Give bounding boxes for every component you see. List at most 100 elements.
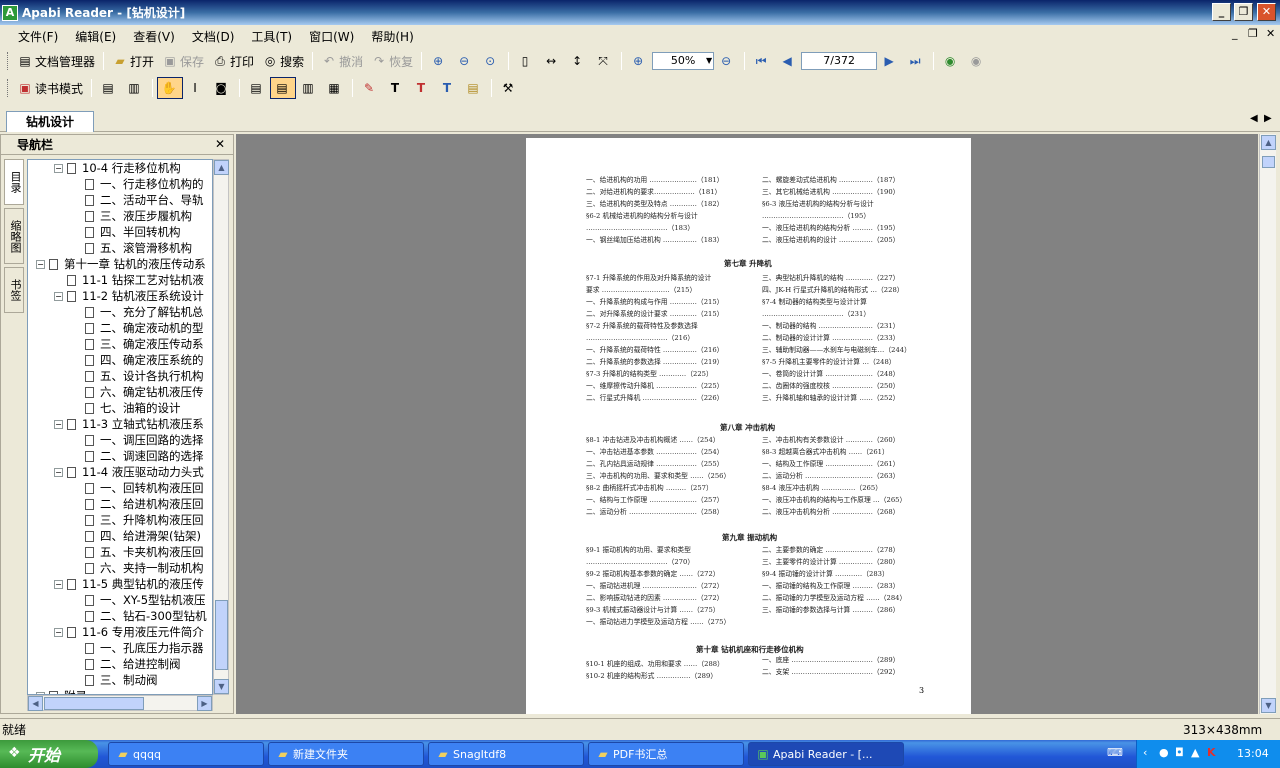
doc-manager-button[interactable]: ▤ 文档管理器 xyxy=(13,50,99,72)
menu-tools[interactable]: 工具(T) xyxy=(251,28,292,45)
zoom-minus-button[interactable]: ⊖ xyxy=(714,50,740,72)
menu-view[interactable]: 查看(V) xyxy=(133,28,175,45)
tree-vertical-scrollbar[interactable]: ▲ ▼ xyxy=(213,159,229,695)
tree-item[interactable]: 一、调压回路的选择 xyxy=(28,432,212,448)
note-button[interactable]: ▤ xyxy=(461,77,487,99)
search-button[interactable]: ◎ 搜索 xyxy=(258,50,308,72)
underline-button[interactable]: T xyxy=(435,77,461,99)
menu-edit[interactable]: 编辑(E) xyxy=(75,28,116,45)
fit-page-button[interactable]: ⤧ xyxy=(591,50,617,72)
tree-item[interactable]: − 11-4 液压驱动动力头式 xyxy=(28,464,212,480)
task-apabi-reader[interactable]: ▣ Apabi Reader - [... xyxy=(748,742,904,766)
expand-collapse-icon[interactable]: − xyxy=(54,579,63,589)
tree-item[interactable]: 三、液压步履机构 xyxy=(28,208,212,224)
last-page-button[interactable]: ⏭ xyxy=(903,50,929,72)
next-page-button[interactable]: ▶ xyxy=(877,50,903,72)
menu-help[interactable]: 帮助(H) xyxy=(371,28,413,45)
hand-tool-button[interactable]: ✋ xyxy=(157,77,184,99)
tree-item[interactable]: − 11-6 专用液压元件简介 xyxy=(28,624,212,640)
tree-item[interactable]: − 11-3 立轴式钻机液压系 xyxy=(28,416,212,432)
scroll-up-icon[interactable]: ▲ xyxy=(214,160,229,175)
tree-item[interactable]: 二、给进控制阀 xyxy=(28,656,212,672)
tree-item[interactable]: 五、卡夹机构液压回 xyxy=(28,544,212,560)
keyboard-icon[interactable]: ⌨ xyxy=(1107,746,1123,759)
print-button[interactable]: ⎙ 打印 xyxy=(208,50,258,72)
tree-item[interactable]: − 11-2 钻机液压系统设计 xyxy=(28,288,212,304)
tray-app-icon[interactable]: ● xyxy=(1159,746,1169,759)
tree-item[interactable]: − 10-4 行走移位机构 xyxy=(28,160,212,176)
zoom-plus-button[interactable]: ⊕ xyxy=(626,50,652,72)
tree-item[interactable]: − 11-5 典型钻机的液压传 xyxy=(28,576,212,592)
tree-item[interactable]: 11-1 钻探工艺对钻机液 xyxy=(28,272,212,288)
tree-item[interactable]: 二、活动平台、导轨 xyxy=(28,192,212,208)
snapshot-button[interactable]: ◙ xyxy=(209,77,235,99)
text-select-button[interactable]: Ⅰ xyxy=(183,77,209,99)
task-snagit[interactable]: ▰ SnagItdf8 xyxy=(428,742,584,766)
read-mode-button[interactable]: ▣ 读书模式 xyxy=(13,77,87,99)
tree-item[interactable]: 二、确定液动机的型 xyxy=(28,320,212,336)
fit-width-button[interactable]: ↔ xyxy=(539,50,565,72)
expand-collapse-icon[interactable]: − xyxy=(54,419,63,429)
tree-item[interactable]: 三、升降机构液压回 xyxy=(28,512,212,528)
facing-page-button[interactable]: ▥ xyxy=(296,77,322,99)
tree-item[interactable]: 五、设计各执行机构 xyxy=(28,368,212,384)
expand-collapse-icon[interactable]: − xyxy=(36,259,45,269)
tree-item[interactable]: 五、滚管滑移机构 xyxy=(28,240,212,256)
tree-item[interactable]: 一、充分了解钻机总 xyxy=(28,304,212,320)
tree-item[interactable]: −附录 xyxy=(28,688,212,694)
pencil-button[interactable]: ✎ xyxy=(357,77,383,99)
nav-close-icon[interactable]: ✕ xyxy=(215,137,225,151)
expand-collapse-icon[interactable]: − xyxy=(54,163,63,173)
undo-button[interactable]: ↶ 撤消 xyxy=(317,50,367,72)
scroll-right-icon[interactable]: ▶ xyxy=(197,696,212,711)
tab-bookmarks[interactable]: 书签 xyxy=(4,267,24,313)
antivirus-icon[interactable]: ▲ xyxy=(1191,746,1199,759)
viewer-vertical-scrollbar[interactable]: ▲ ▼ xyxy=(1259,134,1276,714)
fit-height-button[interactable]: ↕ xyxy=(565,50,591,72)
page-properties-button[interactable]: ▥ xyxy=(122,77,148,99)
tree-item[interactable]: 三、制动阀 xyxy=(28,672,212,688)
task-pdf-books[interactable]: ▰ PDF书汇总 xyxy=(588,742,744,766)
zoom-out-button[interactable]: ⊖ xyxy=(452,50,478,72)
task-qqqq[interactable]: ▰ qqqq xyxy=(108,742,264,766)
tree-item[interactable]: 四、确定液压系统的 xyxy=(28,352,212,368)
expand-collapse-icon[interactable]: − xyxy=(54,467,63,477)
mdi-restore-icon[interactable]: ❐ xyxy=(1248,27,1258,40)
open-button[interactable]: ▰ 打开 xyxy=(108,50,158,72)
actual-size-button[interactable]: ▯ xyxy=(513,50,539,72)
document-tab[interactable]: 钻机设计 xyxy=(6,111,94,132)
tab-scroll-left-icon[interactable]: ◀ xyxy=(1250,113,1258,124)
tree-item[interactable]: 二、给进机构液压回 xyxy=(28,496,212,512)
text-annotation-button[interactable]: T xyxy=(383,77,409,99)
tree-scroll-thumb[interactable] xyxy=(215,600,228,670)
zoom-select[interactable]: 50% ▼ xyxy=(652,52,715,70)
k-app-icon[interactable]: K xyxy=(1207,746,1216,759)
single-page-button[interactable]: ▤ xyxy=(244,77,270,99)
tab-scroll-right-icon[interactable]: ▶ xyxy=(1264,113,1272,124)
mdi-minimize-icon[interactable]: _ xyxy=(1232,27,1238,40)
save-button[interactable]: ▣ 保存 xyxy=(158,50,208,72)
tree-item[interactable]: 六、确定钻机液压传 xyxy=(28,384,212,400)
start-button[interactable]: ❖ 开始 xyxy=(0,740,98,768)
forward-button[interactable]: ◉ xyxy=(964,50,990,72)
scroll-down-icon[interactable]: ▼ xyxy=(214,679,229,694)
network-icon[interactable]: ◘ xyxy=(1175,746,1184,759)
tree-item[interactable]: 三、确定液压传动系 xyxy=(28,336,212,352)
viewer-scroll-thumb[interactable] xyxy=(1262,156,1275,168)
document-viewer[interactable]: 一、给进机构的功用 …………………（181） 二、对给进机构的要求………………（1… xyxy=(236,134,1258,714)
scroll-left-icon[interactable]: ◀ xyxy=(28,696,43,711)
tree-item[interactable]: 六、夹持一制动机构 xyxy=(28,560,212,576)
tree-item[interactable]: 一、回转机构液压回 xyxy=(28,480,212,496)
continuous-facing-button[interactable]: ▦ xyxy=(322,77,348,99)
tree-item[interactable]: 七、油箱的设计 xyxy=(28,400,212,416)
expand-collapse-icon[interactable]: − xyxy=(54,291,63,301)
prev-page-button[interactable]: ◀ xyxy=(775,50,801,72)
expand-collapse-icon[interactable]: − xyxy=(54,627,63,637)
zoom-in-button[interactable]: ⊕ xyxy=(426,50,452,72)
mdi-close-icon[interactable]: ✕ xyxy=(1266,27,1275,40)
continuous-page-button[interactable]: ▤ xyxy=(270,77,297,99)
menu-file[interactable]: 文件(F) xyxy=(18,28,58,45)
tools-button[interactable]: ⚒ xyxy=(496,77,522,99)
tab-thumbnails[interactable]: 缩略图 xyxy=(4,208,24,264)
menu-document[interactable]: 文档(D) xyxy=(192,28,235,45)
